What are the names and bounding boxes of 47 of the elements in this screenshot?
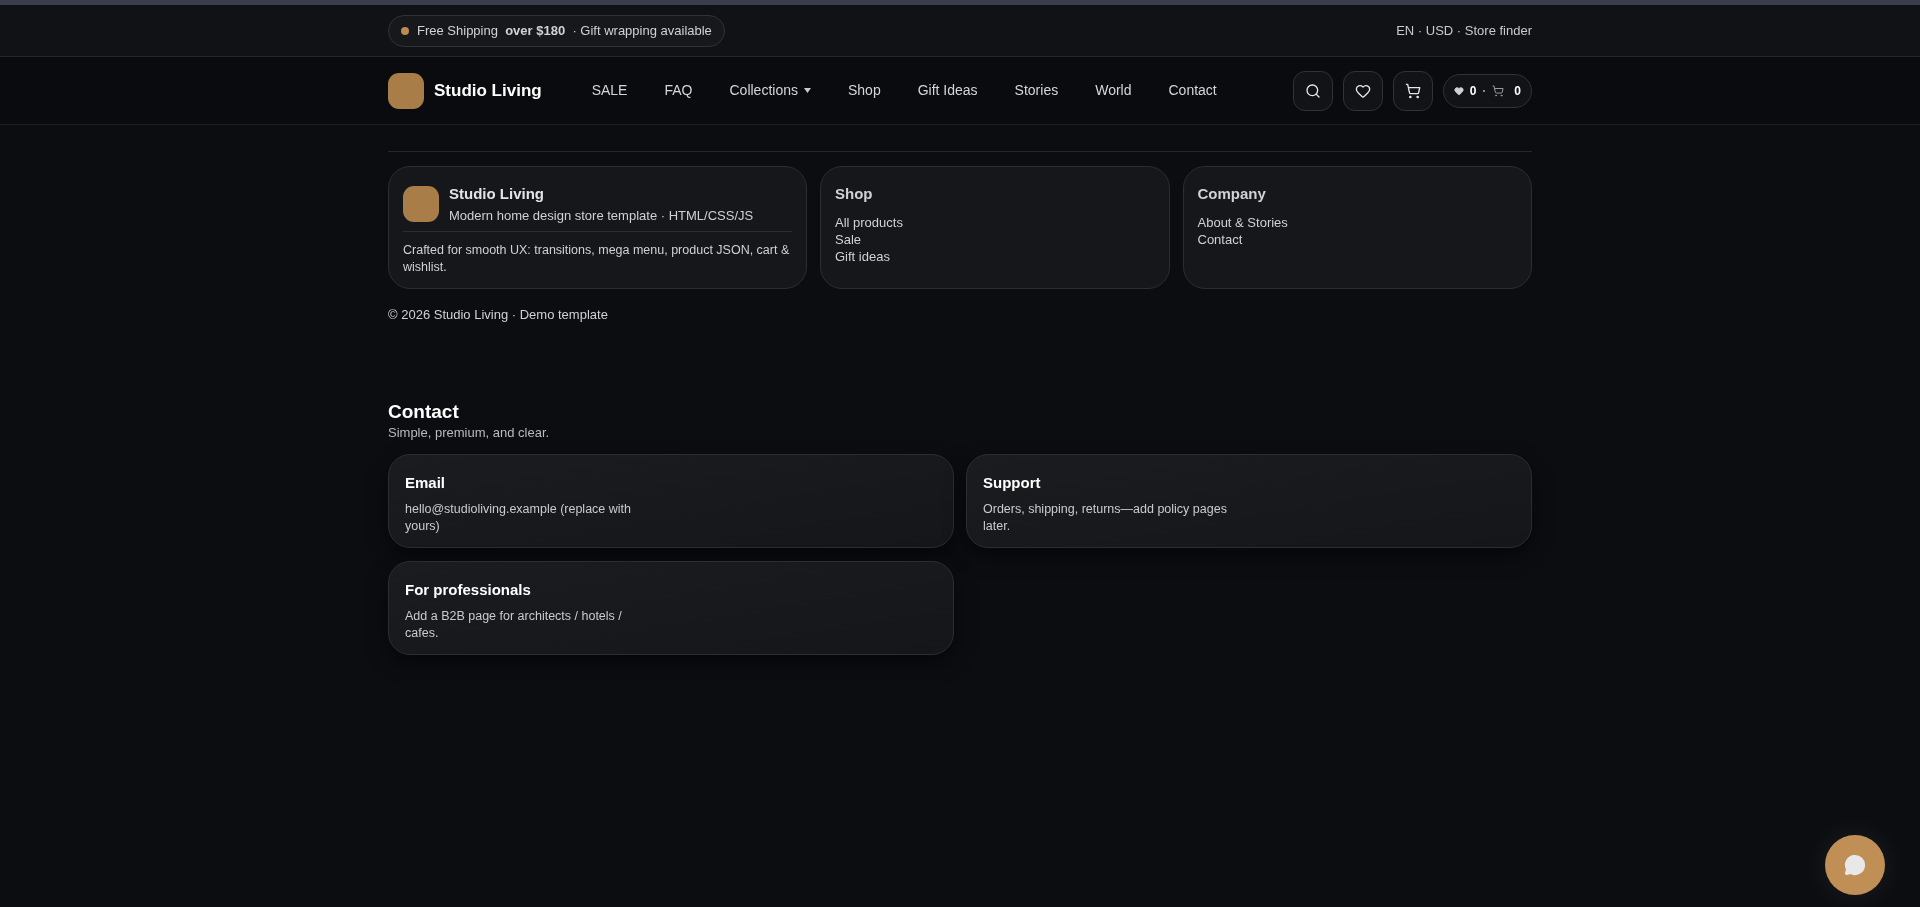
- nav-link[interactable]: Gift Ideas: [917, 80, 978, 101]
- copyright-text: © 2026 Studio Living · Demo template: [388, 306, 609, 324]
- nav-link[interactable]: Collections: [729, 80, 811, 101]
- nav-link[interactable]: Stories: [1014, 80, 1059, 101]
- chat-button[interactable]: [1825, 835, 1885, 895]
- chat-bubble-icon: [1844, 854, 1866, 876]
- card-description: Crafted for smooth UX: transitions, mega menu, product JSON, cart & wishlist.: [403, 242, 791, 276]
- caret-icon: [803, 88, 811, 93]
- card-title: Support: [983, 473, 1042, 493]
- locale-links[interactable]: EN · USD · Store finder: [1396, 20, 1532, 41]
- section-title: Contact: [388, 400, 460, 423]
- card-title: Studio Living: [449, 184, 545, 204]
- promo-text: Free Shipping over $180 · Gift wrapping available: [417, 21, 712, 40]
- card-title: Company: [1197, 184, 1267, 204]
- cart-icon: [1404, 82, 1421, 99]
- nav-link[interactable]: FAQ: [664, 80, 693, 101]
- footer-link[interactable]: All products: [835, 213, 903, 231]
- cart-button[interactable]: [1392, 70, 1433, 111]
- section-subtitle: Simple, premium, and clear.: [388, 423, 551, 442]
- card-title: Shop: [835, 184, 874, 204]
- card-title: Email: [405, 473, 447, 493]
- footer-link[interactable]: About & Stories: [1197, 213, 1288, 231]
- counter-pill[interactable]: 0 · 0: [1442, 73, 1532, 108]
- card-title: For professionals: [405, 580, 532, 600]
- brand-name[interactable]: Studio Living: [434, 77, 542, 104]
- footer-link[interactable]: Contact: [1197, 230, 1243, 248]
- heart-icon: [1453, 85, 1464, 96]
- logo-icon: [403, 186, 439, 222]
- search-icon: [1304, 82, 1321, 99]
- heart-icon: [1354, 82, 1371, 99]
- nav-link[interactable]: World: [1095, 80, 1132, 101]
- card-text: Add a B2B page for architects / hotels / cafes.: [405, 607, 623, 642]
- cart-icon: [1492, 84, 1505, 97]
- nav-link[interactable]: Contact: [1168, 80, 1217, 101]
- cart-count: 0: [1514, 82, 1521, 100]
- nav-link[interactable]: SALE: [591, 80, 628, 101]
- separator-dot: ·: [1482, 82, 1487, 100]
- footer-link[interactable]: Gift ideas: [835, 247, 890, 265]
- logo-icon[interactable]: [388, 72, 424, 109]
- nav-link[interactable]: Shop: [847, 80, 881, 101]
- footer-link[interactable]: Sale: [835, 230, 862, 248]
- wishlist-button[interactable]: [1342, 70, 1383, 111]
- wishlist-count: 0: [1469, 82, 1477, 100]
- card-text: hello@studioliving.example (replace with yours): [405, 500, 632, 535]
- card-text: Orders, shipping, returns—add policy pages later.: [983, 500, 1228, 535]
- card-subtitle: Modern home design store template · HTML/CSS/JS: [449, 206, 754, 225]
- search-button[interactable]: [1292, 70, 1333, 111]
